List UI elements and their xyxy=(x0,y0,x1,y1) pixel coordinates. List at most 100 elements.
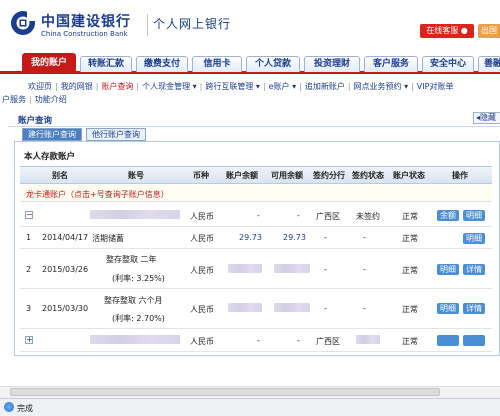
row-index: 1 xyxy=(26,233,32,242)
row-status: 正常 xyxy=(402,305,418,314)
row-available: - xyxy=(297,211,300,220)
masked-available xyxy=(274,303,310,312)
row-sign-status: 未签约 xyxy=(356,212,380,221)
row-rate: (利率: 3.25%) xyxy=(112,274,165,283)
info-button[interactable]: 详情 xyxy=(463,303,485,314)
bank-name-en: China Construction Bank xyxy=(41,30,128,38)
submenu-user-service[interactable]: 户服务 xyxy=(2,95,26,104)
status-bar xyxy=(0,398,500,416)
masked-balance xyxy=(228,303,262,312)
tab-my-account[interactable]: 我的账户 xyxy=(22,53,76,72)
submenu-add-account[interactable]: 追加新账户 xyxy=(305,82,345,91)
col-account-no: 账号 xyxy=(128,171,144,180)
tab-payment[interactable]: 缴费支付 xyxy=(136,56,188,72)
row-account-type: 活期储蓄 xyxy=(92,234,124,243)
subtab-ccb-account[interactable]: 建行账户查询 xyxy=(22,128,82,141)
col-alias: 别名 xyxy=(52,171,68,180)
balance-button[interactable]: 余额 xyxy=(437,210,459,221)
submenu-interbank[interactable]: 跨行互联管理 ▾ xyxy=(205,82,260,91)
row-currency: 人民币 xyxy=(190,337,214,346)
row-branch: - xyxy=(324,265,327,274)
submenu-welcome[interactable]: 欢迎页 xyxy=(28,82,52,91)
detail-button[interactable]: 明细 xyxy=(463,233,485,244)
notice-text: 龙卡通账户（点击+号查询子账户信息） xyxy=(26,190,169,199)
expand-toggle[interactable]: + xyxy=(25,336,33,344)
row-branch: - xyxy=(324,304,327,313)
section-title: 账户查询 xyxy=(18,116,53,126)
submenu-e-account[interactable]: e账户 ▾ xyxy=(269,82,296,91)
masked-balance xyxy=(228,264,262,273)
subtab-other-bank-account[interactable]: 他行账户查询 xyxy=(86,128,146,141)
collapse-toggle[interactable]: − xyxy=(25,211,33,219)
row-branch: 广西区 xyxy=(316,212,340,221)
exit-button[interactable]: 出国 xyxy=(478,24,500,38)
row-sign-status: - xyxy=(363,265,366,274)
submenu-cash-management[interactable]: 个人现金管理 ▾ xyxy=(142,82,197,91)
tab-customer-service[interactable]: 客户服务 xyxy=(364,56,418,72)
tab-loans[interactable]: 个人贷款 xyxy=(246,56,300,72)
panel-title: 本人存款账户 xyxy=(24,152,76,162)
submenu-branch-appointment[interactable]: 网点业务预约 ▾ xyxy=(354,82,409,91)
row-date: 2014/04/17 xyxy=(42,233,89,242)
row-balance: 29.73 xyxy=(239,233,262,242)
row-currency: 人民币 xyxy=(190,234,214,243)
status-text: 完成 xyxy=(17,404,33,413)
row-sign-status: - xyxy=(363,233,366,242)
row-index: 3 xyxy=(26,304,32,313)
submenu-vip-statement[interactable]: VIP对账单 xyxy=(417,82,454,91)
col-available: 可用余额 xyxy=(271,171,303,180)
tab-shanrong[interactable]: 善融 xyxy=(478,56,500,72)
row-index: 2 xyxy=(26,265,32,274)
submenu-feature-intro[interactable]: 功能介绍 xyxy=(35,95,67,104)
page-title: 个人网上银行 xyxy=(153,17,232,31)
row-available: - xyxy=(297,336,300,345)
row-currency: 人民币 xyxy=(190,305,214,314)
detail-button[interactable]: 明细 xyxy=(463,210,485,221)
row-available: 29.73 xyxy=(283,233,306,242)
row-status: 正常 xyxy=(402,212,418,221)
ccb-logo-icon xyxy=(11,11,36,35)
sub-menu: 欢迎页 | 我的网银 | 账户查询 | 个人现金管理 ▾ | 跨行互联管理 ▾ | e账户 ▾ | 追加… xyxy=(2,82,454,104)
header-divider xyxy=(147,14,148,36)
tab-security-center[interactable]: 安全中心 xyxy=(422,56,474,72)
row-currency: 人民币 xyxy=(190,266,214,275)
page-header: 中国建设银行 China Construction Bank 个人网上银行 在线… xyxy=(0,0,500,50)
masked-sign-status xyxy=(356,335,380,344)
detail-button[interactable]: 明细 xyxy=(437,303,459,314)
row-balance: - xyxy=(257,336,260,345)
action-button[interactable] xyxy=(463,335,485,346)
row-rate: (利率: 2.70%) xyxy=(112,314,165,323)
tab-transfer[interactable]: 转账汇款 xyxy=(80,56,132,72)
masked-account-number xyxy=(90,335,180,344)
submenu-my-ebank[interactable]: 我的网银 xyxy=(61,82,93,91)
submenu-account-query[interactable]: 账户查询 xyxy=(101,82,133,91)
detail-button[interactable]: 明细 xyxy=(437,264,459,275)
row-balance: - xyxy=(257,211,260,220)
col-account-status: 账户状态 xyxy=(393,171,425,180)
tab-investment[interactable]: 投资理财 xyxy=(304,56,360,72)
row-date: 2015/03/26 xyxy=(42,265,89,274)
tab-credit-card[interactable]: 信用卡 xyxy=(192,56,242,72)
row-status: 正常 xyxy=(402,337,418,346)
row-account-type: 整存整取 六个月 xyxy=(104,296,163,305)
col-currency: 币种 xyxy=(193,171,209,180)
online-service-button[interactable]: 在线客服 ● xyxy=(420,24,474,38)
row-sign-status: - xyxy=(363,304,366,313)
main-nav: 我的账户 转账汇款 缴费支付 信用卡 个人贷款 投资理财 客户服务 安全中心 善… xyxy=(0,52,500,74)
masked-account-number xyxy=(90,210,180,219)
hide-button[interactable]: ◂隐藏 xyxy=(473,112,500,124)
bank-name-cn: 中国建设银行 xyxy=(41,14,131,30)
row-branch: 广西区 xyxy=(316,337,340,346)
row-status: 正常 xyxy=(402,234,418,243)
row-currency: 人民币 xyxy=(190,212,214,221)
info-button[interactable]: 详情 xyxy=(463,264,485,275)
row-account-type: 整存整取 二年 xyxy=(106,255,157,264)
col-branch: 签约分行 xyxy=(313,171,345,180)
col-actions: 操作 xyxy=(452,171,468,180)
action-button[interactable] xyxy=(437,335,459,346)
row-branch: - xyxy=(324,233,327,242)
section-divider xyxy=(8,126,500,127)
scrollbar-thumb[interactable] xyxy=(10,388,440,396)
row-status: 正常 xyxy=(402,266,418,275)
row-date: 2015/03/30 xyxy=(42,304,89,313)
